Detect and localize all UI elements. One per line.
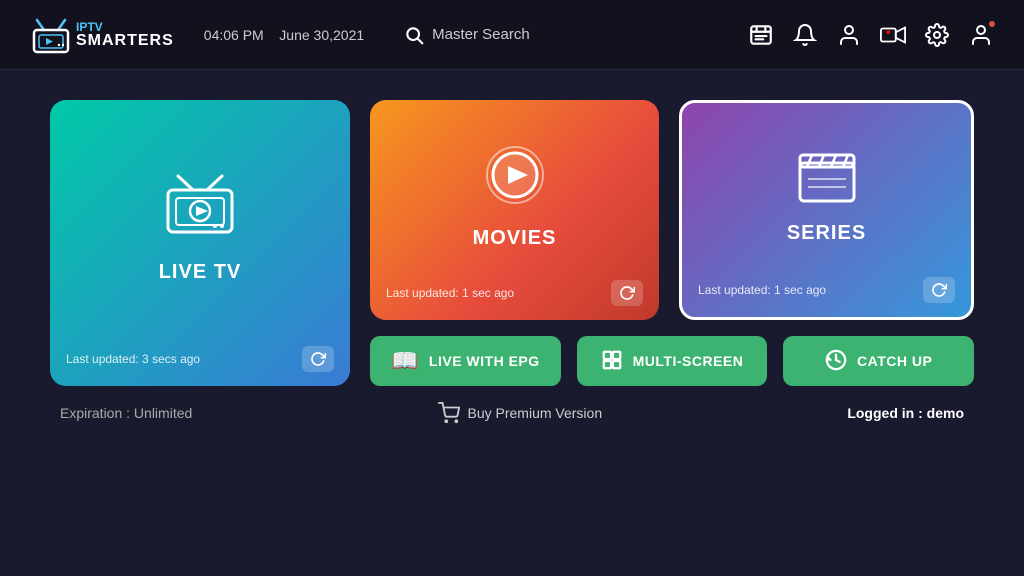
user-icon[interactable] — [836, 22, 862, 48]
live-tv-footer: Last updated: 3 secs ago — [66, 346, 334, 372]
movies-footer: Last updated: 1 sec ago — [386, 280, 643, 306]
live-tv-icon — [160, 172, 240, 247]
cards-row: LIVE TV Last updated: 3 secs ago — [50, 100, 974, 386]
series-icon — [792, 145, 862, 210]
logo-iptv: IPTV — [76, 21, 174, 33]
search-bar[interactable]: Master Search — [404, 25, 530, 45]
profile-icon[interactable] — [968, 22, 994, 48]
movies-refresh-button[interactable] — [611, 280, 643, 306]
live-tv-updated: Last updated: 3 secs ago — [66, 352, 200, 366]
live-epg-icon: 📖 — [391, 348, 419, 374]
search-label: Master Search — [432, 26, 530, 43]
search-icon — [404, 25, 424, 45]
footer: Expiration : Unlimited Buy Premium Versi… — [50, 402, 974, 424]
logo: IPTV SMARTERS — [30, 16, 174, 54]
logged-in-label: Logged in : — [847, 405, 926, 421]
catch-up-icon — [825, 349, 847, 374]
action-buttons-row: 📖 LIVE WITH EPG MULTI-SCREEN — [370, 336, 974, 386]
buy-premium-button[interactable]: Buy Premium Version — [438, 402, 603, 424]
multi-screen-button[interactable]: MULTI-SCREEN — [577, 336, 768, 386]
live-tv-refresh-button[interactable] — [302, 346, 334, 372]
logged-in-user: demo — [927, 405, 964, 421]
movies-title: MOVIES — [473, 227, 557, 250]
cart-icon — [438, 402, 460, 424]
series-footer: Last updated: 1 sec ago — [698, 277, 955, 303]
time-display: 04:06 PM — [204, 27, 264, 43]
datetime: 04:06 PM June 30,2021 — [204, 27, 364, 43]
main-content: LIVE TV Last updated: 3 secs ago — [0, 70, 1024, 576]
notification-icon[interactable] — [792, 22, 818, 48]
series-card[interactable]: SERIES Last updated: 1 sec ago — [679, 100, 974, 320]
logo-smarters: SMARTERS — [76, 33, 174, 49]
movies-icon — [480, 140, 550, 215]
date-display: June 30,2021 — [279, 27, 364, 43]
live-tv-title: LIVE TV — [159, 261, 242, 284]
header-icons — [748, 22, 994, 48]
multi-screen-icon — [601, 349, 623, 374]
multi-screen-label: MULTI-SCREEN — [633, 353, 744, 369]
series-updated: Last updated: 1 sec ago — [698, 283, 826, 297]
buy-premium-label: Buy Premium Version — [468, 405, 603, 421]
catch-up-button[interactable]: CATCH UP — [783, 336, 974, 386]
settings-icon[interactable] — [924, 22, 950, 48]
record-icon[interactable] — [880, 22, 906, 48]
logged-in-info: Logged in : demo — [847, 405, 964, 421]
expiration-text: Expiration : Unlimited — [60, 405, 192, 421]
series-refresh-button[interactable] — [923, 277, 955, 303]
movies-updated: Last updated: 1 sec ago — [386, 286, 514, 300]
movies-card[interactable]: MOVIES Last updated: 1 sec ago — [370, 100, 659, 320]
live-tv-card[interactable]: LIVE TV Last updated: 3 secs ago — [50, 100, 350, 386]
live-epg-label: LIVE WITH EPG — [429, 353, 540, 369]
series-title: SERIES — [787, 222, 866, 245]
live-with-epg-button[interactable]: 📖 LIVE WITH EPG — [370, 336, 561, 386]
catch-up-label: CATCH UP — [857, 353, 932, 369]
logo-icon — [30, 16, 72, 54]
header: IPTV SMARTERS 04:06 PM June 30,2021 Mast… — [0, 0, 1024, 70]
epg-icon[interactable] — [748, 22, 774, 48]
